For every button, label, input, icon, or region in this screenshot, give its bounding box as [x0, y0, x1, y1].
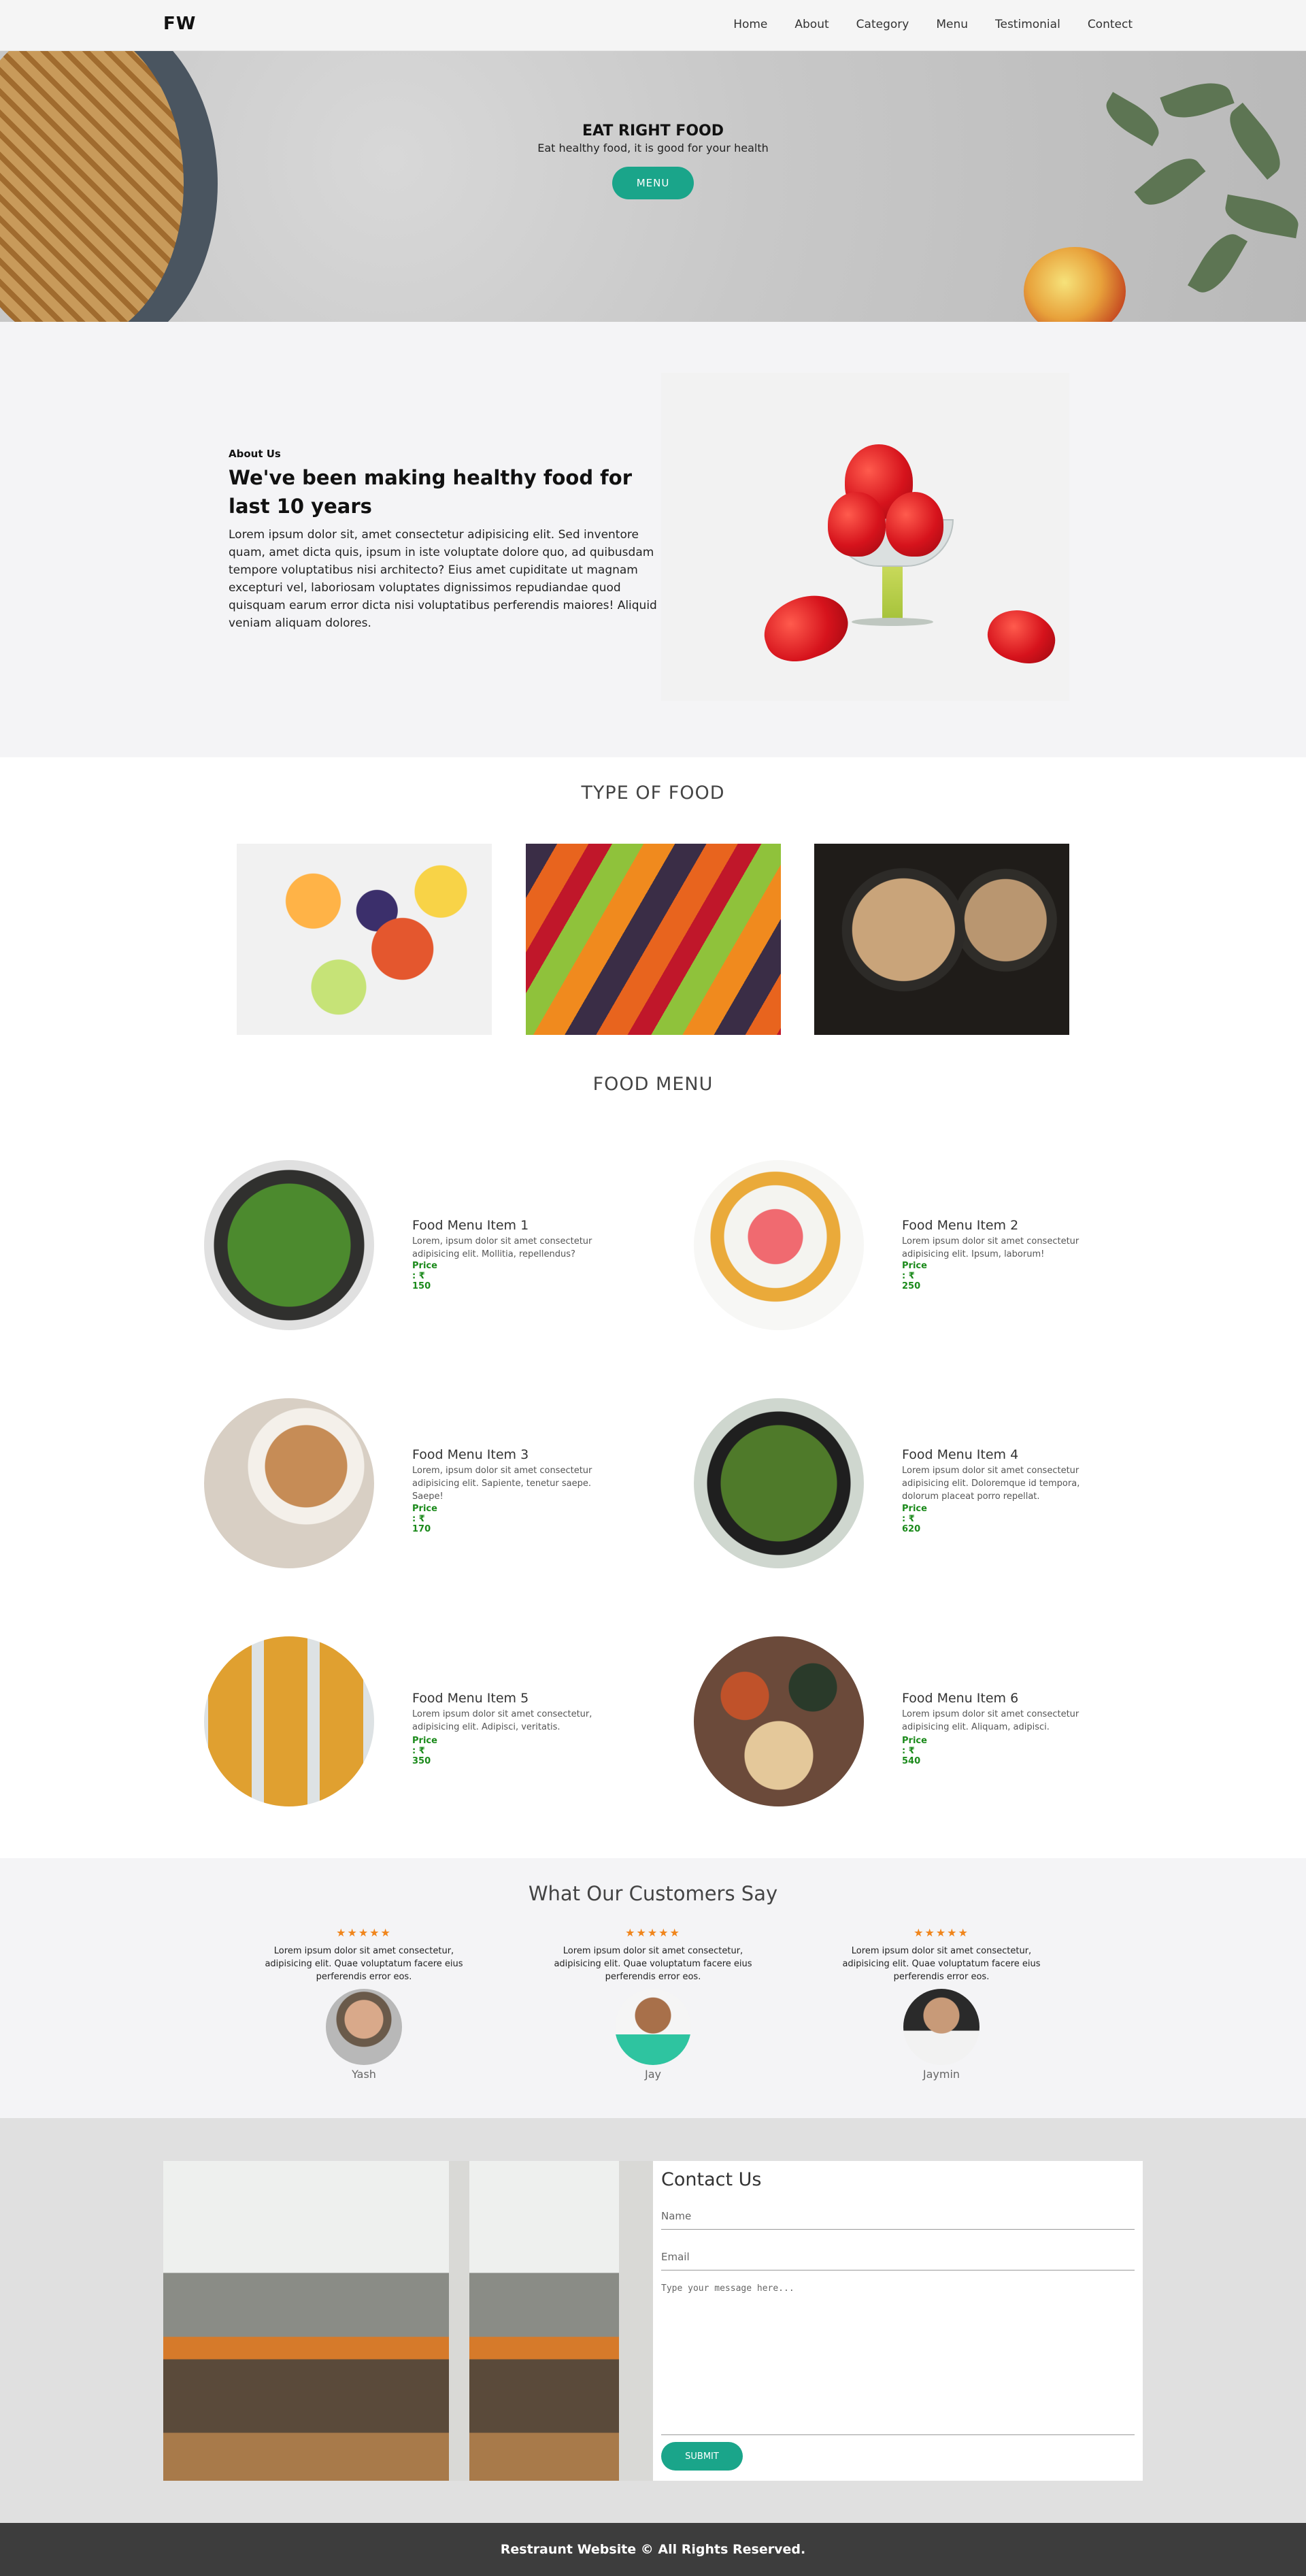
restaurant-interior-image: [163, 2161, 653, 2481]
rating-stars-icon: ★★★★★: [914, 1926, 969, 1939]
email-field[interactable]: Email: [661, 2251, 1135, 2270]
footer: Restraunt Website © All Rights Reserved.: [0, 2523, 1306, 2576]
fruits-image: [237, 844, 492, 1035]
menu-item-image: [204, 1636, 374, 1806]
menu-item-name: Food Menu Item 6: [902, 1691, 1019, 1706]
avatar: [615, 1989, 691, 2065]
avatar: [326, 1989, 402, 2065]
menu-item-image: [694, 1636, 864, 1806]
testimonial-card: ★★★★★ Lorem ipsum dolor sit amet consect…: [551, 1926, 755, 2081]
menu-item-name: Food Menu Item 1: [412, 1218, 529, 1233]
nav-link-category[interactable]: Category: [856, 18, 909, 31]
types-title: TYPE OF FOOD: [581, 782, 725, 804]
rating-stars-icon: ★★★★★: [336, 1926, 392, 1939]
message-textarea[interactable]: Type your message here...: [661, 2283, 1135, 2435]
testimonial-text: Lorem ipsum dolor sit amet consectetur, …: [265, 1946, 463, 1982]
menu-item-price: Price : ₹ 170: [412, 1504, 437, 1534]
testimonial-name: Jay: [645, 2068, 661, 2081]
contact-title: Contact Us: [661, 2169, 762, 2190]
contact-section: Contact Us Name Email Type your message …: [0, 2118, 1306, 2523]
hero-banner: EAT RIGHT FOOD Eat healthy food, it is g…: [0, 51, 1306, 322]
testimonials-title: What Our Customers Say: [528, 1882, 778, 1905]
submit-button[interactable]: SUBMIT: [661, 2442, 743, 2471]
footer-copyright: Restraunt Website © All Rights Reserved.: [500, 2542, 806, 2557]
menu-item-price: Price : ₹ 150: [412, 1261, 437, 1291]
testimonial-text: Lorem ipsum dolor sit amet consectetur, …: [554, 1946, 752, 1982]
menu-item-desc: Lorem ipsum dolor sit amet consectetur a…: [902, 1466, 1080, 1502]
contact-form: Contact Us Name Email Type your message …: [653, 2161, 1143, 2481]
testimonial-text: Lorem ipsum dolor sit amet consectetur, …: [842, 1946, 1041, 1982]
strawberries-image: [661, 373, 1069, 701]
avatar: [903, 1989, 980, 2065]
menu-item-image: [204, 1398, 374, 1568]
nav-link-home[interactable]: Home: [733, 18, 767, 31]
about-title: We've been making healthy food for last …: [229, 466, 633, 518]
pie-image: [0, 51, 184, 322]
testimonial-name: Yash: [352, 2068, 376, 2081]
testimonial-name: Jaymin: [922, 2068, 960, 2081]
menu-item-price: Price : ₹ 540: [902, 1736, 927, 1766]
nav-link-menu[interactable]: Menu: [936, 18, 968, 31]
hero-subtitle: Eat healthy food, it is good for your he…: [537, 142, 769, 154]
menu-item-desc: Lorem ipsum dolor sit amet consectetur, …: [412, 1709, 592, 1732]
menu-item-image: [694, 1398, 864, 1568]
nav-link-about[interactable]: About: [794, 18, 828, 31]
testimonial-card: ★★★★★ Lorem ipsum dolor sit amet consect…: [839, 1926, 1043, 2081]
menu-item-desc: Lorem, ipsum dolor sit amet consectetur …: [412, 1466, 592, 1502]
nav-link-testimonial[interactable]: Testimonial: [995, 18, 1060, 31]
menu-item-name: Food Menu Item 4: [902, 1447, 1019, 1462]
site-logo[interactable]: FW: [163, 14, 196, 34]
testimonial-card: ★★★★★ Lorem ipsum dolor sit amet consect…: [262, 1926, 466, 2081]
name-field[interactable]: Name: [661, 2210, 1135, 2230]
about-kicker: About Us: [229, 448, 281, 460]
menu-item-desc: Lorem, ipsum dolor sit amet consectetur …: [412, 1236, 592, 1259]
about-text: Lorem ipsum dolor sit, amet consectetur …: [229, 528, 657, 630]
top-navbar: FW Home About Category Menu Testimonial …: [0, 0, 1306, 51]
menu-item-desc: Lorem ipsum dolor sit amet consectetur a…: [902, 1236, 1079, 1259]
hero-title: EAT RIGHT FOOD: [582, 122, 724, 139]
nav-link-contact[interactable]: Contect: [1088, 18, 1133, 31]
menu-item-price: Price : ₹ 350: [412, 1736, 437, 1766]
menu-item-image: [694, 1160, 864, 1330]
menu-item-name: Food Menu Item 3: [412, 1447, 529, 1462]
about-section: About Us We've been making healthy food …: [0, 322, 1306, 757]
nav-links: Home About Category Menu Testimonial Con…: [733, 18, 1133, 31]
menu-item-price: Price : ₹ 620: [902, 1504, 927, 1534]
menu-item-name: Food Menu Item 2: [902, 1218, 1019, 1233]
menu-title: FOOD MENU: [592, 1074, 714, 1095]
testimonials-section: What Our Customers Say ★★★★★ Lorem ipsum…: [0, 1858, 1306, 2118]
grains-image: [814, 844, 1069, 1035]
menu-item-desc: Lorem ipsum dolor sit amet consectetur a…: [902, 1709, 1079, 1732]
rating-stars-icon: ★★★★★: [625, 1926, 681, 1939]
menu-item-price: Price : ₹ 250: [902, 1261, 927, 1291]
hero-menu-button[interactable]: MENU: [612, 167, 694, 199]
menu-item-name: Food Menu Item 5: [412, 1691, 529, 1706]
menu-item-image: [204, 1160, 374, 1330]
vegetables-image: [526, 844, 781, 1035]
